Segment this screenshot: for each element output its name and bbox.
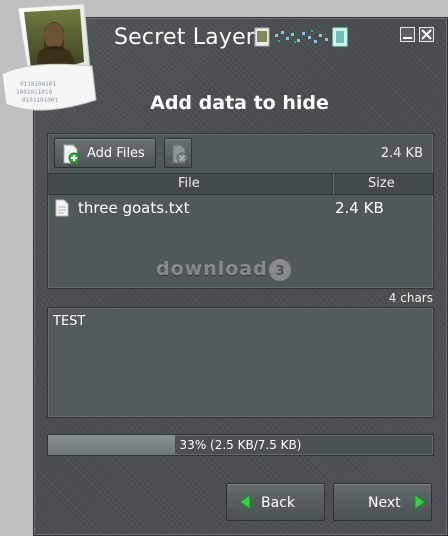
svg-text:0110100101: 0110100101 [20,81,57,88]
close-button[interactable] [419,27,434,42]
back-label: Back [261,495,295,511]
remove-file-icon [171,144,189,168]
add-files-label: Add Files [87,146,145,161]
column-file[interactable]: File [178,176,200,191]
char-count: 4 chars [388,291,433,305]
capacity-progress-bar: 33% (2.5 KB/7.5 KB) [47,434,434,456]
column-size[interactable]: Size [368,176,395,191]
arrow-left-icon [238,494,252,514]
watermark-logo: 3 [268,258,292,286]
remove-file-button[interactable] [164,138,192,168]
watermark-text: download [156,258,268,280]
file-row[interactable]: three goats.txt 2.4 KB [48,198,433,220]
progress-text: 33% (2.5 KB/7.5 KB) [179,438,302,452]
file-list-header: File Size [48,174,433,195]
file-name: three goats.txt [78,199,190,217]
file-list[interactable]: File Size three goats.txt 2.4 KB downloa… [47,173,434,289]
text-file-icon [55,199,69,221]
column-separator[interactable] [332,174,333,194]
message-text: TEST [53,314,86,329]
next-label: Next [368,495,401,511]
svg-text:3: 3 [275,264,284,279]
pixel-data-graphic [253,26,349,50]
page-heading: Add data to hide [150,92,329,114]
file-size: 2.4 KB [335,199,384,217]
add-file-icon [61,144,81,168]
total-size: 2.4 KB [380,146,423,161]
close-icon [421,29,432,40]
arrow-right-icon [413,494,427,514]
next-button[interactable]: Next [333,483,432,521]
minimize-button[interactable] [400,27,415,42]
back-button[interactable]: Back [226,483,325,521]
app-title: Secret Layer [114,25,256,50]
file-toolbar: Add Files 2.4 KB [47,133,434,175]
add-files-button[interactable]: Add Files [54,138,156,168]
message-textarea[interactable]: TEST [47,307,434,418]
